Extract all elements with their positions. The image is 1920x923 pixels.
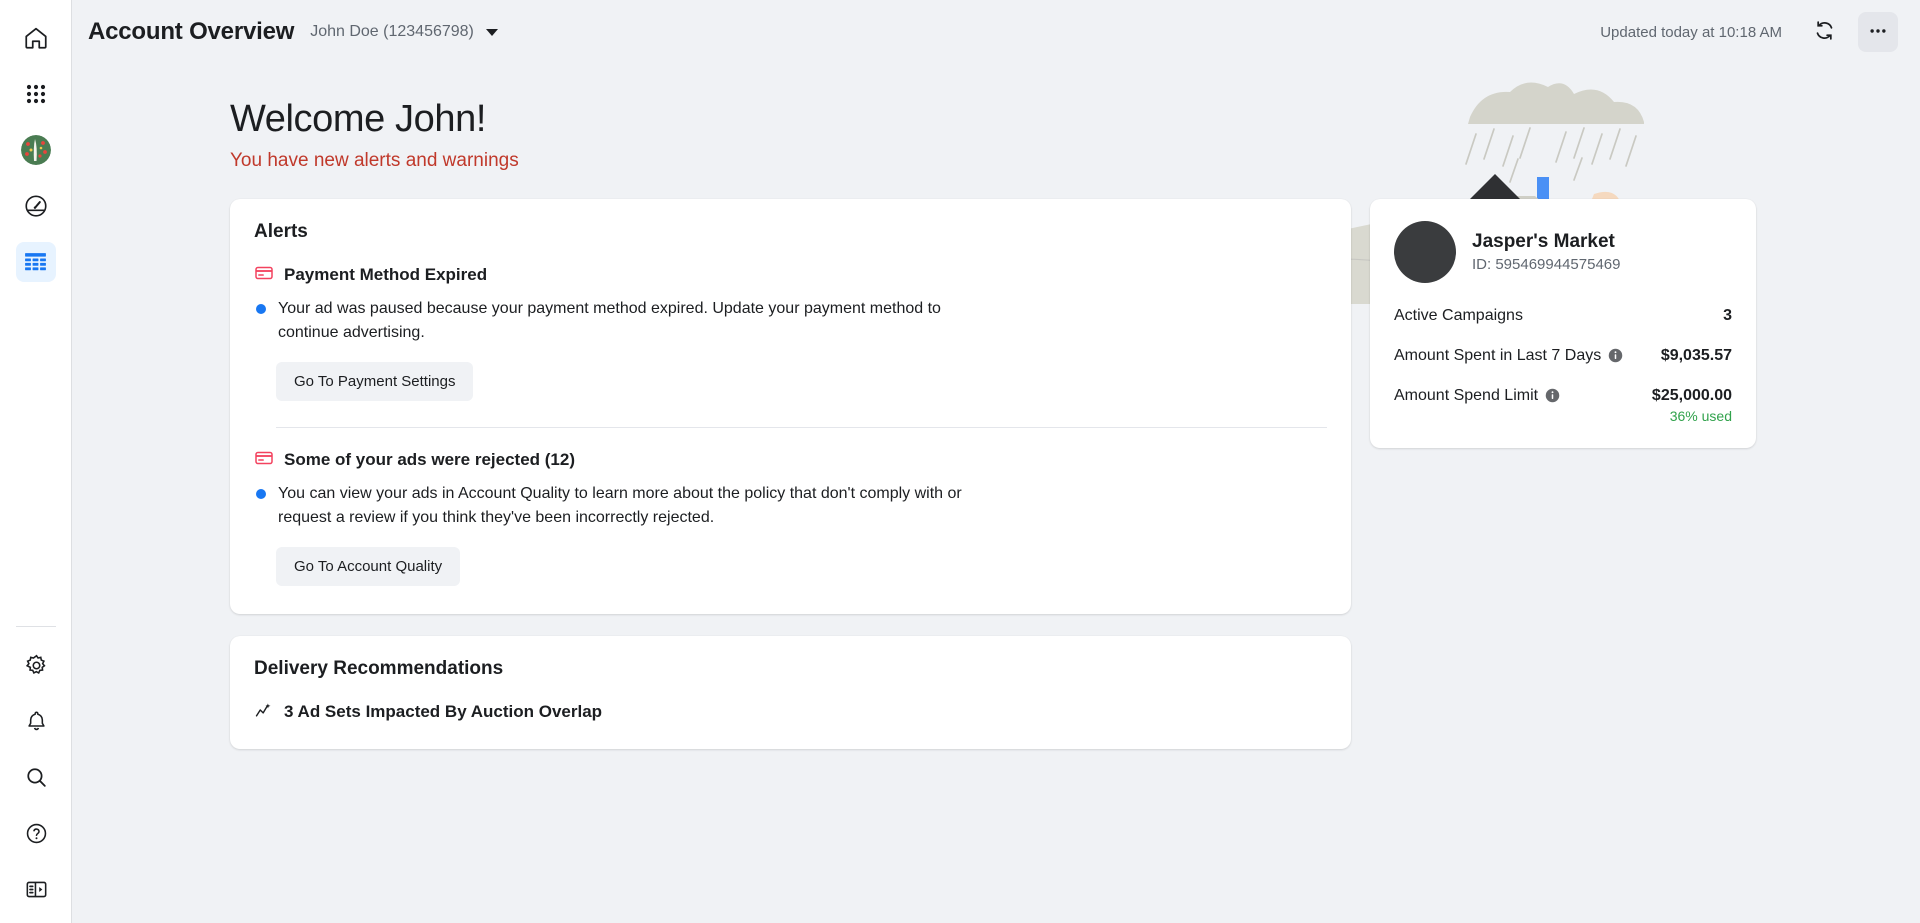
account-id: ID: 595469944575469 [1472,256,1621,274]
home-icon [23,25,49,51]
alert-title: Payment Method Expired [284,265,488,285]
sidebar-item-account-overview[interactable] [15,242,56,282]
stat-value-group: $25,000.00 36% used [1652,387,1732,424]
stat-value-group: $9,035.57 [1661,347,1732,365]
last-updated-text: Updated today at 10:18 AM [1600,23,1782,41]
stat-row-amount-spend-limit: Amount Spend Limit $25,000.00 36% used [1394,387,1732,424]
credit-card-icon [254,448,274,473]
rail-bottom-group [0,620,72,923]
alerts-card-title: Alerts [254,220,308,242]
go-to-payment-settings-button[interactable]: Go To Payment Settings [276,361,474,401]
recommendation-item[interactable]: 3 Ad Sets Impacted By Auction Overlap [254,700,1327,725]
account-identity-text: Jasper's Market ID: 595469944575469 [1472,230,1620,273]
stat-value-group: 3 [1723,307,1732,325]
recommendation-text: 3 Ad Sets Impacted By Auction Overlap [284,702,603,722]
main-region: Account Overview John Doe (123456798) Up… [72,0,1920,923]
welcome-title: Welcome John! [230,98,486,140]
panel-toggle-icon [24,877,49,902]
sidebar-item-notifications[interactable] [16,701,56,741]
alert-body: You can view your ads in Account Quality… [254,482,1327,530]
trending-line-icon [254,700,274,725]
alert-body: Your ad was paused because your payment … [254,297,1327,345]
recommendations-card-title: Delivery Recommendations [254,657,504,679]
sidebar-item-settings[interactable] [16,645,56,685]
refresh-button[interactable] [1804,12,1844,52]
sidebar-item-search[interactable] [16,757,56,797]
alert-description: You can view your ads in Account Quality… [278,484,962,526]
go-to-account-quality-button[interactable]: Go To Account Quality [276,546,461,586]
more-options-button[interactable] [1858,12,1898,52]
gear-icon [24,653,49,678]
right-column: Jasper's Market ID: 595469944575469 Acti… [1370,198,1756,448]
grid-apps-icon [24,82,48,106]
sidebar-item-collapse-panel[interactable] [16,869,56,909]
chevron-down-icon[interactable] [485,28,498,36]
welcome-section: Welcome John! You have new alerts and wa… [72,98,1920,172]
avatar [1394,220,1456,283]
account-summary-card: Jasper's Market ID: 595469944575469 Acti… [1370,198,1756,448]
sidebar-item-business-avatar[interactable] [16,130,56,170]
alert-title: Some of your ads were rejected (12) [284,450,575,470]
gauge-icon [23,193,49,219]
stat-value: 3 [1723,306,1732,324]
alert-header: Some of your ads were rejected (12) [254,448,1327,473]
rail-top-group [15,0,56,290]
sidebar-item-home[interactable] [16,18,56,58]
alert-header: Payment Method Expired [254,263,1327,288]
credit-card-icon [254,263,274,288]
rail-divider [16,626,56,627]
stat-row-amount-spent-7-days: Amount Spent in Last 7 Days $9,035.57 [1394,347,1732,365]
more-horizontal-icon [1867,20,1889,45]
alert-item-ads-rejected: Some of your ads were rejected (12) You … [254,448,1327,590]
bullet-dot-icon [256,303,266,314]
stat-row-active-campaigns: Active Campaigns 3 [1394,307,1732,325]
alerts-card: Alerts Payment Method Expired Your ad wa… [230,198,1351,614]
stat-value: $25,000.00 [1651,386,1732,404]
search-icon [24,765,49,790]
welcome-subtitle: You have new alerts and warnings [230,149,519,171]
refresh-icon [1813,19,1836,45]
alert-item-payment-method-expired: Payment Method Expired Your ad was pause… [254,263,1327,405]
top-header-bar: Account Overview John Doe (123456798) Up… [72,0,1920,64]
question-circle-icon [24,821,49,846]
stat-label: Amount Spend Limit [1394,387,1560,405]
table-icon [23,250,48,275]
left-navigation-rail [0,0,72,923]
account-overview-page: Account Overview John Doe (123456798) Up… [0,0,1920,923]
business-name: Jasper's Market [1472,231,1615,253]
page-title: Account Overview [88,18,295,45]
account-selector-label[interactable]: John Doe (123456798) [310,23,474,41]
alerts-divider [276,426,1327,428]
page-content: Welcome John! You have new alerts and wa… [72,64,1920,923]
stat-label-text: Amount Spend Limit [1394,386,1539,404]
sidebar-item-performance[interactable] [16,186,56,226]
stat-label-text: Active Campaigns [1394,306,1523,324]
sidebar-item-all-tools[interactable] [16,74,56,114]
content-columns: Alerts Payment Method Expired Your ad wa… [72,198,1920,749]
delivery-recommendations-card: Delivery Recommendations 3 Ad Sets Impac… [230,635,1351,749]
stat-label: Amount Spent in Last 7 Days [1394,347,1623,365]
account-identity: Jasper's Market ID: 595469944575469 [1394,220,1732,283]
bullet-dot-icon [256,488,266,499]
stat-label-text: Amount Spent in Last 7 Days [1394,346,1602,364]
alert-description: Your ad was paused because your payment … [278,299,941,341]
left-column: Alerts Payment Method Expired Your ad wa… [230,198,1351,749]
stat-label: Active Campaigns [1394,307,1523,325]
info-icon[interactable] [1545,388,1560,403]
info-icon[interactable] [1608,348,1623,363]
avatar-icon [20,135,51,165]
stat-value: $9,035.57 [1660,346,1732,364]
bell-icon [24,709,49,734]
spend-limit-used-text: 36% used [1669,407,1732,424]
sidebar-item-help[interactable] [16,813,56,853]
